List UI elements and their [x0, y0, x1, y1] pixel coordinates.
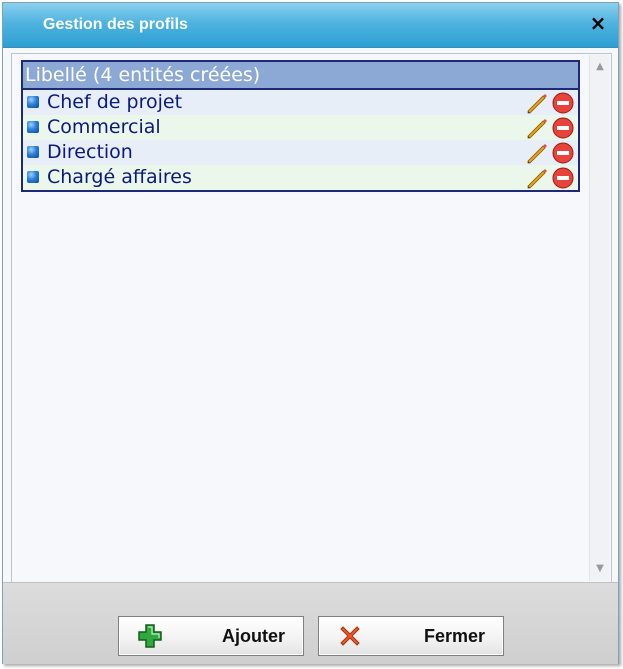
- scroll-up-icon[interactable]: ▲: [590, 59, 610, 75]
- scroll-down-icon[interactable]: ▼: [590, 561, 610, 577]
- table-row[interactable]: Chargé affaires: [23, 165, 578, 190]
- add-button-label: Ajouter: [222, 626, 285, 646]
- profile-management-dialog: Gestion des profils × Libellé (4 entités…: [2, 2, 619, 664]
- row-label: Direction: [47, 141, 133, 163]
- bullet-icon: [27, 146, 39, 158]
- bullet-icon: [27, 96, 39, 108]
- close-icon[interactable]: ×: [588, 13, 608, 33]
- delete-icon[interactable]: [551, 91, 575, 115]
- dialog-footer: Ajouter Fermer: [3, 582, 618, 664]
- pencil-icon[interactable]: [526, 141, 550, 165]
- pencil-icon[interactable]: [526, 91, 550, 115]
- grid-header[interactable]: Libellé (4 entités créées): [23, 62, 578, 90]
- pencil-icon[interactable]: [526, 116, 550, 140]
- profiles-grid: Libellé (4 entités créées) Chef de proje…: [21, 60, 580, 192]
- vertical-scrollbar[interactable]: ▲ ▼: [589, 55, 610, 581]
- bullet-icon: [27, 121, 39, 133]
- dialog-content: Libellé (4 entités créées) Chef de proje…: [11, 53, 612, 583]
- dialog-title: Gestion des profils: [43, 16, 188, 33]
- close-button[interactable]: Fermer: [318, 616, 504, 656]
- table-row[interactable]: Direction: [23, 140, 578, 165]
- bullet-icon: [27, 171, 39, 183]
- dialog-titlebar[interactable]: Gestion des profils ×: [3, 3, 618, 48]
- row-label: Chef de projet: [47, 91, 183, 113]
- delete-icon[interactable]: [551, 141, 575, 165]
- delete-icon[interactable]: [551, 166, 575, 190]
- pencil-icon[interactable]: [526, 166, 550, 190]
- row-label: Chargé affaires: [47, 166, 192, 188]
- close-button-label: Fermer: [423, 626, 485, 646]
- row-label: Commercial: [47, 116, 161, 138]
- add-button[interactable]: Ajouter: [118, 616, 304, 656]
- table-row[interactable]: Commercial: [23, 115, 578, 140]
- table-row[interactable]: Chef de projet: [23, 90, 578, 115]
- delete-icon[interactable]: [551, 116, 575, 140]
